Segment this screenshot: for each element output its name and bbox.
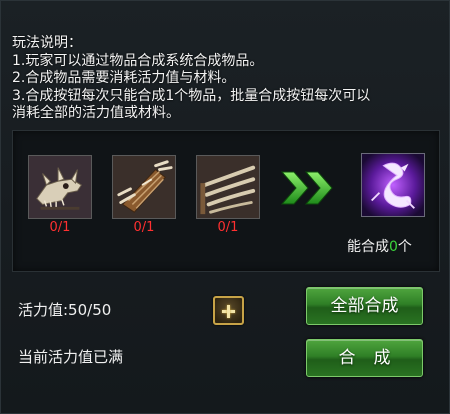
bone-bracer-icon bbox=[113, 156, 175, 218]
material-slot-1[interactable] bbox=[28, 155, 92, 219]
instructions-line-3: 3.合成按钮每次只能合成1个物品，批量合成按钮每次可以 bbox=[12, 87, 371, 104]
synthesize-all-button[interactable]: 全部合成 bbox=[306, 287, 423, 325]
material-slot-3[interactable] bbox=[196, 155, 260, 219]
purple-dragon-icon bbox=[362, 154, 424, 216]
instructions-line-1: 1.玩家可以通过物品合成系统合成物品。 bbox=[12, 52, 264, 69]
material-count-2: 0/1 bbox=[133, 220, 155, 235]
result-suffix: 个 bbox=[397, 239, 412, 255]
result-count: 0 bbox=[389, 239, 398, 255]
double-chevron-right-icon bbox=[280, 171, 333, 205]
bone-claw-icon bbox=[197, 156, 259, 218]
instructions-line-2: 2.合成物品需要消耗活力值与材料。 bbox=[12, 70, 236, 86]
result-count-text: 能合成0个 bbox=[347, 236, 412, 256]
instructions-line-4: 消耗全部的活力值或材料。 bbox=[12, 105, 180, 121]
instructions-title: 玩法说明： bbox=[12, 35, 82, 51]
material-slot-2[interactable] bbox=[112, 155, 176, 219]
stamina-status: 当前活力值已满 bbox=[18, 348, 124, 366]
result-prefix: 能合成 bbox=[347, 239, 389, 255]
material-count-3: 0/1 bbox=[217, 220, 239, 235]
material-count-1: 0/1 bbox=[49, 220, 71, 235]
add-stamina-button[interactable] bbox=[213, 296, 244, 325]
stamina-label: 活力值:50/50 bbox=[18, 301, 112, 319]
instructions: 玩法说明： 1.玩家可以通过物品合成系统合成物品。 2.合成物品需要消耗活力值与… bbox=[12, 35, 444, 123]
dragon-skull-icon bbox=[29, 156, 91, 218]
synthesize-button[interactable]: 合成 bbox=[306, 339, 423, 377]
result-slot[interactable] bbox=[361, 153, 425, 217]
synthesis-panel: 玩法说明： 1.玩家可以通过物品合成系统合成物品。 2.合成物品需要消耗活力值与… bbox=[0, 0, 450, 414]
